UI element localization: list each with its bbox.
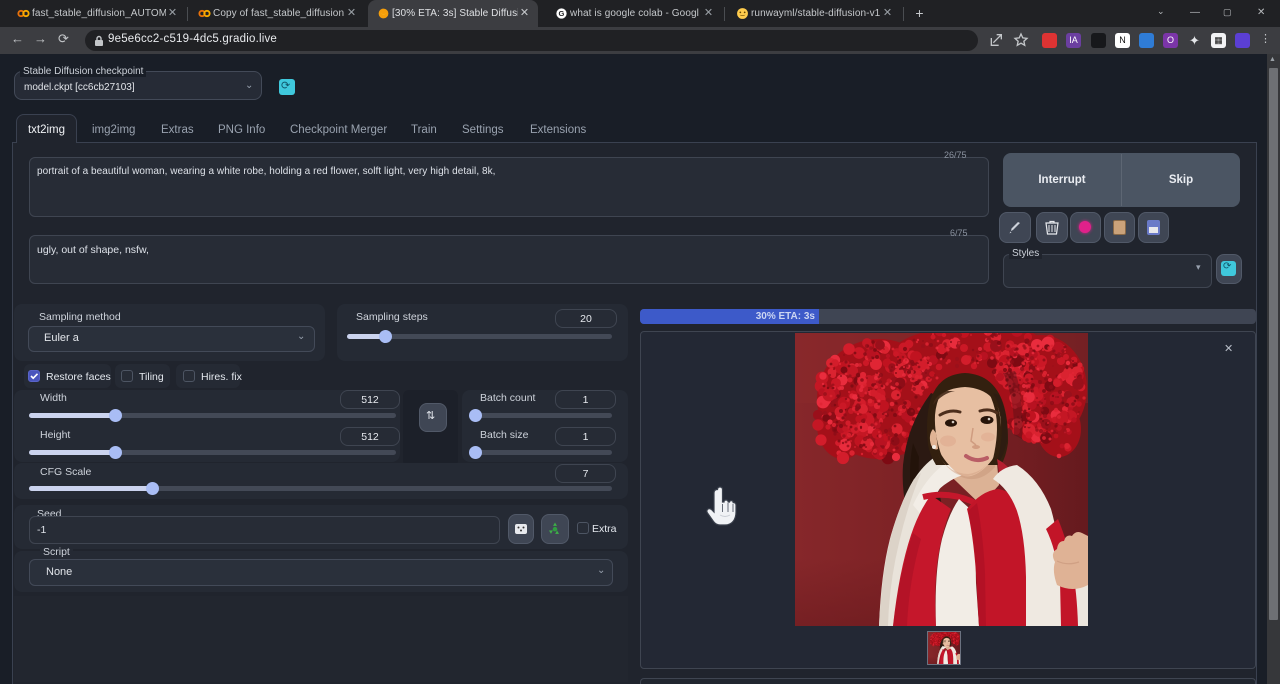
svg-text:G: G xyxy=(559,9,565,18)
